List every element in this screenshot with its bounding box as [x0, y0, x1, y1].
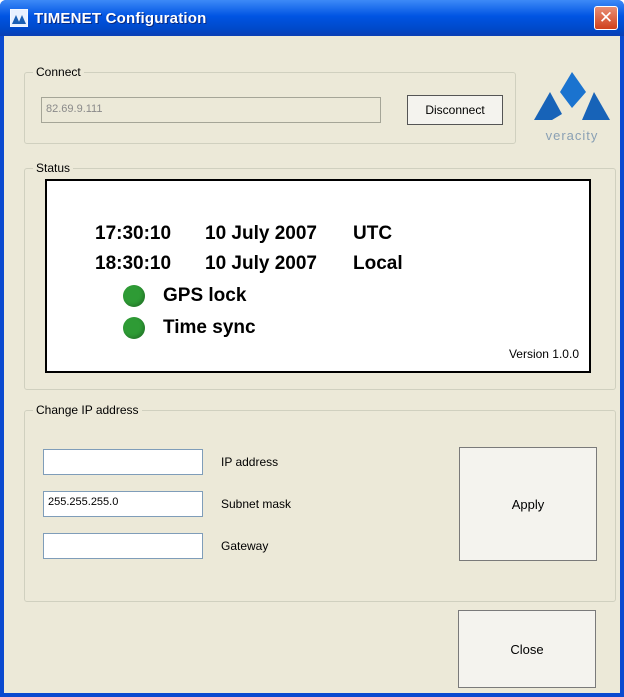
gps-lock-label: GPS lock	[163, 285, 247, 306]
status-panel: 17:30:10 10 July 2007 UTC 18:30:10 10 Ju…	[45, 179, 591, 373]
apply-button[interactable]: Apply	[459, 447, 597, 561]
subnet-mask-field[interactable]: 255.255.255.0	[43, 491, 203, 517]
ip-address-field[interactable]	[43, 449, 203, 475]
local-time-row: 18:30:10 10 July 2007 Local	[95, 253, 403, 275]
window-title: TIMENET Configuration	[34, 9, 207, 27]
close-button[interactable]: Close	[458, 610, 596, 688]
title-bar[interactable]: TIMENET Configuration ✕	[0, 0, 624, 36]
ip-address-label: IP address	[221, 455, 279, 469]
connected-ip-field: 82.69.9.111	[41, 97, 381, 123]
gps-lock-indicator: GPS lock	[123, 285, 246, 307]
gateway-field[interactable]	[43, 533, 203, 559]
window-close-button[interactable]: ✕	[594, 6, 618, 30]
utc-date: 10 July 2007	[205, 223, 317, 244]
veracity-logo: veracity	[528, 66, 616, 146]
utc-time: 17:30:10	[95, 223, 172, 244]
utc-time-row: 17:30:10 10 July 2007 UTC	[95, 223, 392, 245]
subnet-mask-label: Subnet mask	[221, 497, 292, 511]
gps-lock-led-icon	[123, 285, 145, 307]
connect-group: Connect 82.69.9.111 Disconnect	[24, 65, 516, 144]
gateway-label: Gateway	[221, 539, 269, 553]
time-sync-led-icon	[123, 317, 145, 339]
local-date: 10 July 2007	[205, 253, 317, 274]
time-sync-indicator: Time sync	[123, 317, 256, 339]
connect-group-label: Connect	[33, 65, 84, 79]
change-ip-group: Change IP address IP address 255.255.255…	[24, 403, 616, 602]
time-sync-label: Time sync	[163, 317, 256, 338]
client-area: Connect 82.69.9.111 Disconnect veracity …	[4, 36, 620, 693]
veracity-logo-mark	[534, 72, 610, 120]
local-zone: Local	[353, 253, 403, 274]
app-icon	[9, 8, 29, 28]
local-time: 18:30:10	[95, 253, 172, 274]
utc-zone: UTC	[353, 223, 393, 244]
disconnect-button[interactable]: Disconnect	[407, 95, 503, 125]
app-window: TIMENET Configuration ✕ Connect 82.69.9.…	[0, 0, 624, 697]
close-icon: ✕	[598, 8, 614, 27]
logo-text: veracity	[545, 128, 599, 143]
status-group: Status 17:30:10 10 July 2007 UTC 18:30:1…	[24, 161, 616, 390]
version-label: Version 1.0.0	[508, 347, 579, 361]
status-group-label: Status	[33, 161, 74, 175]
change-ip-group-label: Change IP address	[33, 403, 142, 417]
